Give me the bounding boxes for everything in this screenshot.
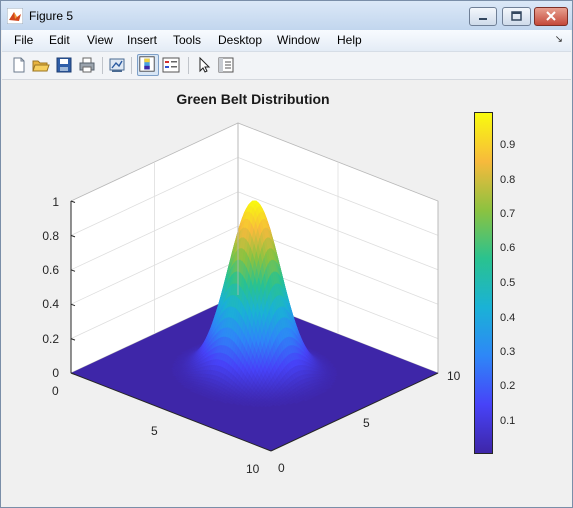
open-folder-icon[interactable] [32,56,50,74]
maximize-button[interactable] [502,7,531,26]
new-figure-icon[interactable] [10,56,28,74]
colorbar-tick-label: 0.5 [500,277,516,289]
dock-arrow-icon[interactable]: ↘ [555,34,563,45]
matlab-logo-icon [7,8,23,24]
y-tick-label: 0 [278,461,285,475]
figure-canvas: Green Belt Distribution 0 0.2 0.4 0.6 0.… [2,80,571,507]
menu-bar: File Edit View Insert Tools Desktop Wind… [2,30,571,52]
property-inspector-icon[interactable] [217,56,235,74]
colorbar-tick-label: 0.9 [500,139,516,151]
colorbar-tick-label: 0.4 [500,312,516,324]
window-title: Figure 5 [29,9,74,23]
maximize-icon [511,11,522,21]
print-icon[interactable] [78,56,96,74]
menu-window[interactable]: Window [277,33,320,47]
y-tick-label: 10 [447,369,461,383]
pointer-icon[interactable] [195,56,213,74]
x-tick-label: 5 [151,424,158,438]
colorbar-tick-label: 0.1 [500,415,516,427]
toolbar [2,52,571,80]
colorbar-tick-label: 0.2 [500,380,516,392]
close-button[interactable] [534,7,568,26]
colorbar-tick-label: 0.3 [500,346,516,358]
z-tick-label: 0.2 [42,332,59,346]
menu-desktop[interactable]: Desktop [218,33,262,47]
z-tick-label: 0.4 [42,297,59,311]
z-tick-label: 0.8 [42,229,59,243]
figure-window: Figure 5 File Edit View Insert Tools Des… [0,0,573,508]
colorbar-tick-label: 0.7 [500,208,516,220]
toolbar-separator [188,57,189,74]
x-tick-label: 0 [52,384,59,398]
toolbar-separator [102,57,103,74]
menu-help[interactable]: Help [337,33,362,47]
menu-insert[interactable]: Insert [127,33,157,47]
menu-tools[interactable]: Tools [173,33,201,47]
x-tick-label: 10 [246,462,260,476]
plot-title: Green Belt Distribution [176,91,330,107]
colorbar[interactable] [474,112,493,454]
close-icon [546,11,556,21]
save-icon[interactable] [55,56,73,74]
z-tick-label: 0 [52,366,59,380]
toolbar-separator [131,57,132,74]
colorbar-tick-label: 0.6 [500,242,516,254]
minimize-button[interactable] [469,7,497,26]
y-tick-label: 5 [363,416,370,430]
insert-colorbar-icon[interactable] [137,54,159,76]
menu-view[interactable]: View [87,33,113,47]
insert-legend-icon[interactable] [162,56,180,74]
link-plot-icon[interactable] [108,56,126,74]
title-bar[interactable]: Figure 5 [1,1,572,30]
z-tick-label: 0.6 [42,263,59,277]
menu-file[interactable]: File [14,33,33,47]
minimize-icon [479,18,487,20]
menu-edit[interactable]: Edit [49,33,70,47]
z-tick-label: 1 [52,195,59,209]
colorbar-tick-label: 0.8 [500,174,516,186]
